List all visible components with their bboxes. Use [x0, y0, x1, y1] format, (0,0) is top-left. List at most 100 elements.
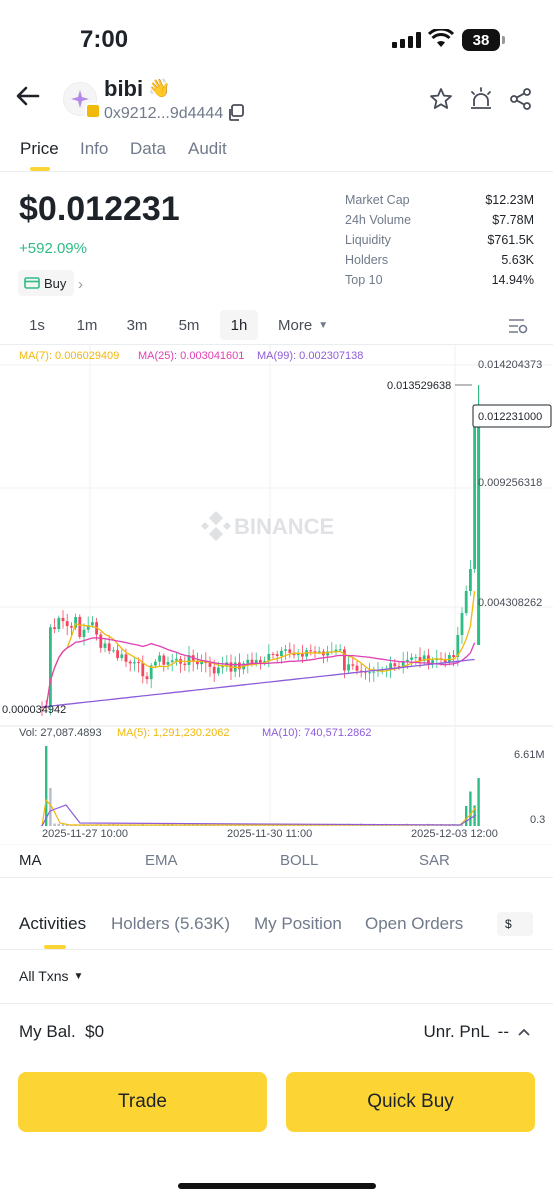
token-stats: Market Cap $12.23M 24h Volume $7.78M Liqui… [345, 190, 534, 290]
axis-labels: 0.014204373 0.009256318 0.004308262 0.01352… [2, 359, 552, 840]
tab-audit[interactable]: Audit [188, 139, 227, 159]
indicator-ma[interactable]: MA [19, 852, 42, 869]
candle [372, 671, 376, 673]
price-axis-label: 0.014204373 [478, 359, 542, 371]
x-axis-label: 2025-12-03 12:00 [411, 828, 498, 840]
timeframe-more[interactable]: More ▼ [272, 310, 334, 340]
wifi-icon [428, 29, 454, 47]
chart-settings-icon[interactable] [507, 316, 529, 336]
indicator-boll[interactable]: BOLL [280, 852, 318, 869]
copy-icon[interactable] [227, 104, 245, 122]
buy-chip[interactable]: Buy [18, 270, 75, 296]
tab-info[interactable]: Info [80, 139, 108, 159]
candle [246, 659, 250, 664]
chart-area[interactable]: BINANCE 0.014204373 0.009256318 0.00430826… [0, 344, 553, 846]
candle [162, 655, 166, 665]
share-icon[interactable] [508, 86, 534, 112]
currency-toggle[interactable]: $ [497, 912, 533, 936]
ma-lines [41, 590, 476, 708]
candle [70, 626, 73, 628]
chevron-right-icon[interactable]: › [78, 276, 83, 293]
status-bar: 7:00 38 [0, 0, 553, 80]
pnl-label: Unr. PnL [423, 1022, 490, 1041]
candle [393, 663, 397, 667]
timeframe-1m[interactable]: 1m [68, 310, 106, 340]
candle [343, 649, 346, 671]
candle [141, 663, 145, 677]
tab-open-orders[interactable]: Open Orders [365, 914, 463, 934]
stat-row: Holders 5.63K [345, 250, 534, 270]
timeframe-1s[interactable]: 1s [20, 310, 54, 340]
candle [410, 657, 413, 660]
low-price-label: 0.000034942 [2, 704, 66, 716]
tab-holders[interactable]: Holders (5.63K) [111, 914, 230, 934]
timeframe-1h[interactable]: 1h [220, 310, 258, 340]
candle [124, 654, 128, 662]
timeframe-3m[interactable]: 3m [118, 310, 156, 340]
candle [288, 649, 292, 653]
quick-buy-button[interactable]: Quick Buy [286, 1072, 535, 1132]
price-change: +592.09% [19, 240, 87, 257]
candle [460, 613, 464, 635]
unrealized-pnl[interactable]: Unr. PnL -- [424, 1022, 531, 1042]
ma7-legend: MA(7): 0.006029409 [19, 350, 120, 362]
txn-filter[interactable]: All Txns ▼ [19, 968, 83, 984]
signal-icon [392, 32, 421, 48]
candle [78, 616, 82, 637]
candle [99, 634, 103, 648]
candle [280, 650, 283, 657]
high-price-label: 0.013529638 [387, 380, 451, 392]
candle [452, 655, 455, 657]
candle [414, 657, 418, 659]
candle [154, 661, 157, 666]
ma99-line [41, 658, 475, 708]
tab-data[interactable]: Data [130, 139, 166, 159]
volume-axis-label: 6.61M [514, 749, 545, 761]
timeframe-more-label: More [278, 316, 313, 334]
candle [128, 661, 132, 664]
price-axis-label: 0.004308262 [478, 597, 542, 609]
timeframe-bar: 1s 1m 3m 5m 1h More ▼ [0, 308, 553, 342]
token-address: 0x9212...9d4444 [104, 105, 224, 122]
candle [103, 643, 107, 648]
candle [317, 651, 321, 653]
candle [464, 591, 468, 613]
candle [61, 617, 65, 622]
star-icon[interactable] [428, 86, 454, 112]
trade-button[interactable]: Trade [18, 1072, 267, 1132]
candle [91, 622, 94, 626]
tab-activities[interactable]: Activities [19, 914, 86, 934]
watermark-text: BINANCE [234, 514, 334, 539]
ma25-legend: MA(25): 0.003041601 [138, 350, 245, 362]
pnl-value: -- [497, 1022, 509, 1041]
candle [309, 650, 313, 652]
current-price-label: 0.012231000 [478, 411, 542, 423]
candle [212, 666, 216, 674]
candle [107, 643, 111, 651]
volume-axis-label: 0.3 [530, 814, 545, 826]
volume-ma5-line [41, 798, 477, 827]
candle [351, 664, 355, 666]
tab-price[interactable]: Price [20, 139, 59, 159]
tab-my-position[interactable]: My Position [254, 914, 342, 934]
indicator-sar[interactable]: SAR [419, 852, 450, 869]
candle [49, 627, 52, 707]
candle [389, 663, 392, 669]
main-tabs: Price Info Data Audit [0, 136, 553, 172]
back-arrow-icon[interactable] [14, 82, 42, 110]
volume-legend: Vol: 27,087.4893 [19, 727, 102, 739]
candle [338, 649, 342, 651]
balance-value: $0 [85, 1022, 105, 1041]
candle [368, 672, 371, 674]
divider [0, 1003, 553, 1004]
indicator-ema[interactable]: EMA [145, 852, 178, 869]
stat-label: Holders [345, 253, 389, 267]
stat-row: Top 10 14.94% [345, 270, 534, 290]
alert-icon[interactable] [468, 86, 494, 112]
candle [133, 662, 136, 664]
timeframe-5m[interactable]: 5m [170, 310, 208, 340]
activity-tabs: Activities Holders (5.63K) My Position O… [0, 910, 553, 950]
battery-icon: 38 [462, 29, 500, 51]
caret-down-icon: ▼ [73, 970, 84, 982]
volume-bar [465, 805, 468, 826]
